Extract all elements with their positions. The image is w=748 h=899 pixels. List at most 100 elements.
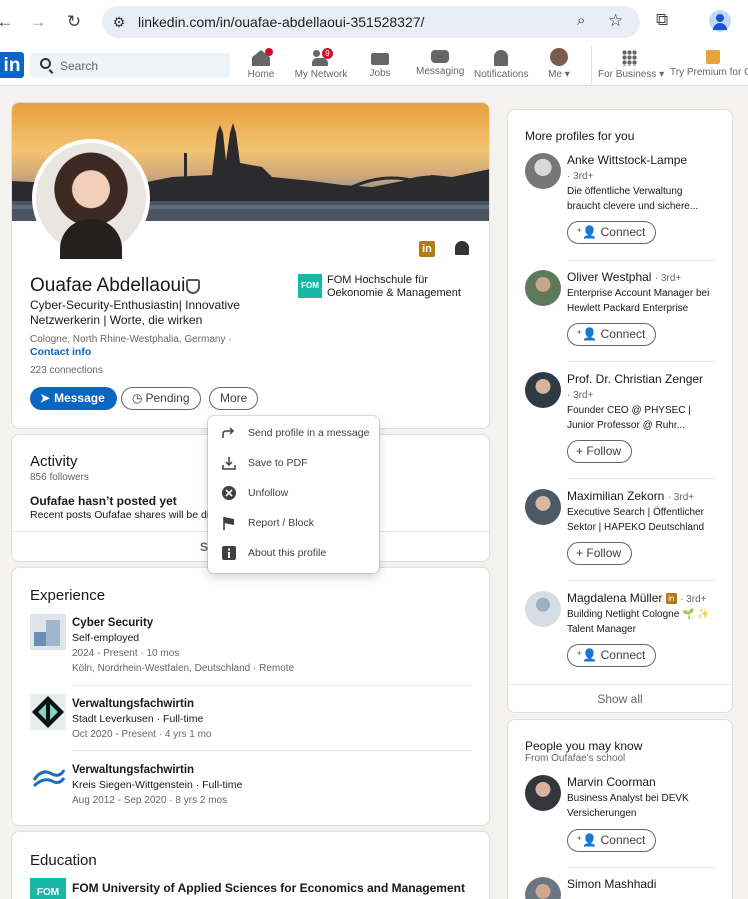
education-school[interactable]: FOM University of Applied Sciences for E…	[72, 881, 465, 895]
profile-suggestion[interactable]: Prof. Dr. Christian Zenger · 3rd+ Founde…	[525, 372, 725, 472]
profile-name: Ouafae Abdellaoui	[30, 275, 186, 296]
menu-about-profile[interactable]: About this profile	[208, 539, 379, 569]
no-posts-title: Oufafae hasn’t posted yet	[30, 494, 177, 508]
divider	[568, 580, 716, 581]
pending-button[interactable]: ◷ Pending	[121, 387, 201, 410]
person-avatar[interactable]	[525, 153, 561, 189]
nav-premium[interactable]: Try Premium for CH	[668, 48, 748, 84]
nav-notifications[interactable]: Notifications	[474, 48, 528, 84]
show-all-profiles[interactable]: Show all	[508, 692, 732, 706]
nav-my-network[interactable]: 9 My Network	[294, 48, 348, 84]
header-divider	[591, 46, 592, 84]
share-arrow-icon	[222, 427, 235, 438]
add-person-icon: ⁺👤	[576, 648, 598, 662]
profile-headline: Cyber-Security-Enthusiastin| Innovative …	[30, 298, 240, 327]
experience-item[interactable]: Cyber Security Self-employed 2024 - Pres…	[72, 616, 294, 676]
nav-jobs[interactable]: Jobs	[362, 48, 398, 84]
add-person-icon: ⁺👤	[576, 225, 598, 239]
person-name[interactable]: Anke Wittstock-Lampe	[567, 153, 687, 167]
person-name[interactable]: Magdalena Müller in · 3rd+	[567, 591, 706, 605]
more-profiles-card: More profiles for you Anke Wittstock-Lam…	[507, 109, 733, 713]
profile-suggestion[interactable]: Maximilian Zekorn · 3rd+ Executive Searc…	[525, 489, 725, 579]
clock-icon: ◷	[132, 391, 143, 405]
info-icon	[222, 546, 236, 560]
reload-icon[interactable]: ↻	[63, 11, 85, 33]
person-degree: · 3rd+	[567, 171, 594, 182]
profile-suggestion[interactable]: Oliver Westphal · 3rd+ Enterprise Accoun…	[525, 270, 725, 360]
connections-count[interactable]: 223 connections	[30, 365, 103, 376]
nav-for-business[interactable]: For Business ▾	[598, 48, 664, 84]
nav-home[interactable]: Home	[241, 48, 281, 84]
profile-location: Cologne, North Rhine-Westphalia, Germany…	[30, 334, 232, 345]
briefcase-icon	[371, 53, 389, 65]
person-name[interactable]: Prof. Dr. Christian Zenger	[567, 372, 703, 386]
address-bar[interactable]: ⚙ linkedin.com/in/ouafae-abdellaoui-3515…	[102, 6, 640, 38]
people-you-may-know-card: People you may know From Oufafae's schoo…	[507, 719, 733, 899]
add-person-icon: ⁺👤	[576, 833, 598, 847]
divider	[568, 260, 716, 261]
site-info-icon[interactable]: ⚙	[110, 13, 128, 31]
message-button[interactable]: ➤ Message	[30, 387, 117, 410]
zoom-icon[interactable]: ⌕	[577, 12, 585, 29]
connect-button[interactable]: ⁺👤 Connect	[567, 221, 657, 244]
experience-title: Experience	[30, 587, 106, 604]
verified-shield-icon[interactable]	[186, 279, 200, 294]
more-dropdown-menu: Send profile in a message Save to PDF Un…	[208, 416, 379, 573]
extensions-icon[interactable]: ⧉	[656, 10, 668, 30]
menu-report-block[interactable]: Report / Block	[208, 509, 379, 539]
fom-logo[interactable]: FOM	[298, 274, 322, 298]
grid-icon	[621, 50, 637, 66]
back-icon[interactable]: ←	[0, 11, 16, 33]
more-button[interactable]: More	[209, 387, 259, 410]
org-name[interactable]: FOM Hochschule für Oekonomie & Managemen…	[327, 274, 477, 300]
profile-suggestion[interactable]: Anke Wittstock-Lampe · 3rd+ Die öffentli…	[525, 153, 725, 253]
fom-education-logo[interactable]: FOM	[30, 878, 66, 899]
person-name[interactable]: Oliver Westphal · 3rd+	[567, 270, 681, 284]
activity-title: Activity	[30, 453, 78, 470]
follow-button[interactable]: + Follow	[567, 440, 633, 463]
search-box[interactable]: Search	[30, 53, 230, 78]
connect-button[interactable]: ⁺👤 Connect	[567, 323, 657, 346]
url-text[interactable]: linkedin.com/in/ouafae-abdellaoui-351528…	[138, 14, 424, 30]
siegen-logo	[30, 760, 66, 796]
experience-item[interactable]: Verwaltungsfachwirtin Kreis Siegen-Wittg…	[72, 763, 242, 808]
linkedin-logo[interactable]: in	[0, 52, 24, 78]
connect-button[interactable]: ⁺👤 Connect	[567, 644, 657, 667]
menu-unfollow[interactable]: Unfollow	[208, 479, 379, 509]
person-avatar[interactable]	[525, 372, 561, 408]
send-icon: ➤	[40, 391, 51, 405]
profile-suggestion[interactable]: Magdalena Müller in · 3rd+ Building Netl…	[525, 591, 725, 681]
person-avatar[interactable]	[525, 270, 561, 306]
contact-info-link[interactable]: Contact info	[30, 346, 91, 358]
person-avatar[interactable]	[525, 877, 561, 899]
person-name[interactable]: Maximilian Zekorn · 3rd+	[567, 489, 694, 503]
plus-icon: +	[576, 546, 584, 560]
person-name[interactable]: Marvin Coorman	[567, 775, 656, 789]
profile-suggestion[interactable]: Simon Mashhadi	[525, 877, 725, 899]
experience-card: Experience Cyber Security Self-employed …	[11, 567, 490, 826]
profile-photo[interactable]	[32, 139, 150, 259]
connect-button[interactable]: ⁺👤 Connect	[567, 829, 657, 852]
person-avatar[interactable]	[525, 591, 561, 627]
person-name[interactable]: Simon Mashhadi	[567, 877, 656, 891]
nav-messaging[interactable]: Messaging	[416, 48, 464, 84]
experience-item[interactable]: Verwaltungsfachwirtin Stadt Leverkusen ·…	[72, 697, 212, 742]
forward-icon[interactable]: →	[27, 11, 49, 33]
person-headline: Executive Search | Öffentlicher Sektor |…	[567, 507, 705, 533]
search-icon	[40, 58, 51, 69]
follow-button[interactable]: + Follow	[567, 542, 633, 565]
profile-suggestion[interactable]: Marvin Coorman Business Analyst bei DEVK…	[525, 775, 725, 865]
education-card: Education FOM FOM University of Applied …	[11, 831, 490, 899]
nav-me[interactable]: Me ▾	[544, 48, 574, 84]
chat-icon	[431, 50, 449, 63]
flag-icon	[223, 517, 234, 530]
notify-bell-icon[interactable]	[455, 241, 469, 255]
person-avatar[interactable]	[525, 489, 561, 525]
menu-save-pdf[interactable]: Save to PDF	[208, 449, 379, 479]
network-badge: 9	[322, 48, 333, 59]
bookmark-star-icon[interactable]: ☆	[608, 11, 623, 31]
linkedin-premium-icon[interactable]: in	[419, 241, 435, 257]
browser-profile-icon[interactable]	[709, 10, 731, 32]
person-avatar[interactable]	[525, 775, 561, 811]
menu-send-profile[interactable]: Send profile in a message	[208, 419, 379, 449]
